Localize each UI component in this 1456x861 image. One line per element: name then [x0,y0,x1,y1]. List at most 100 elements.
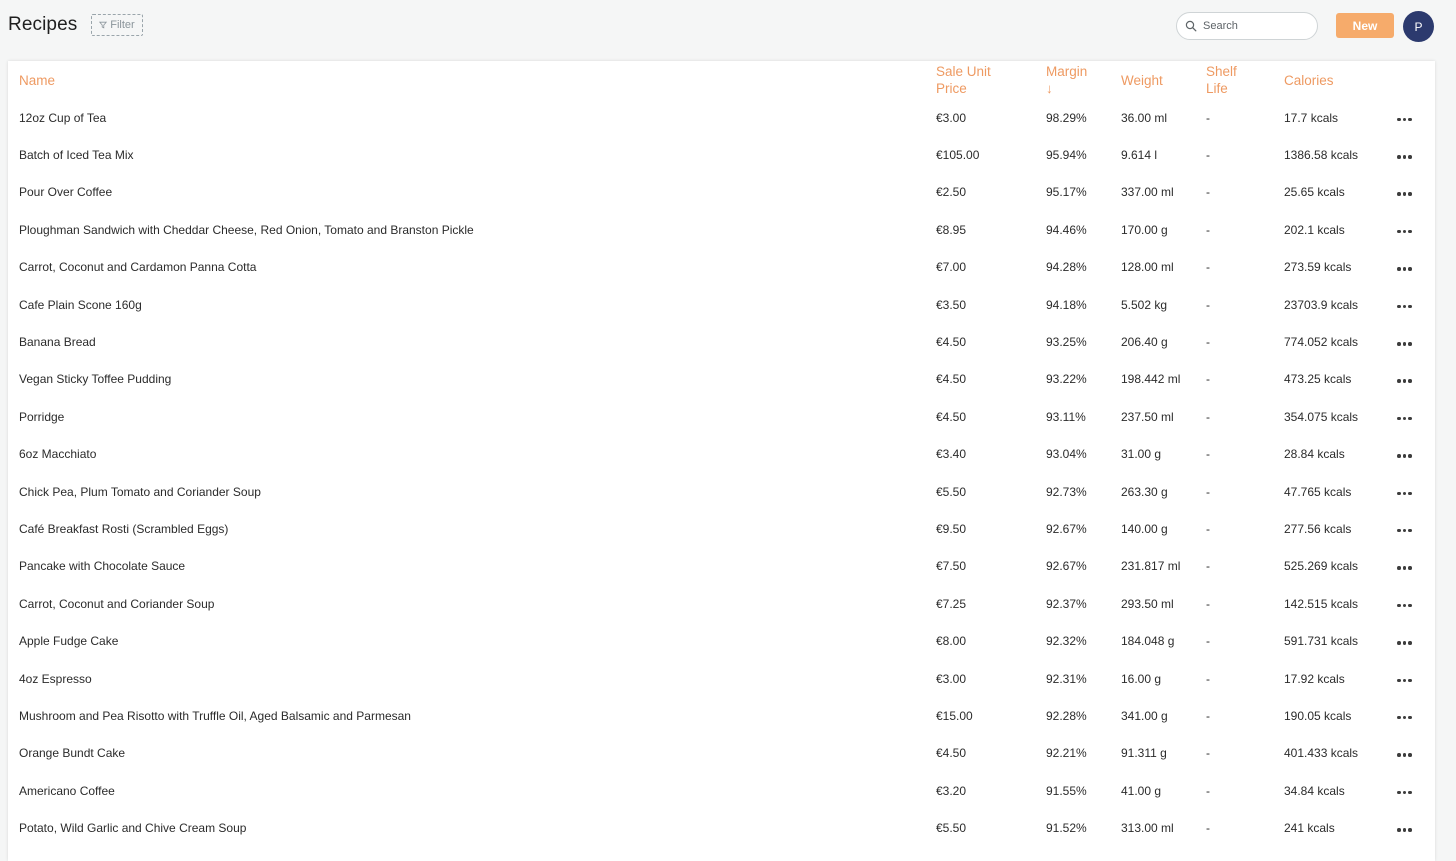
table-row[interactable]: Vegan Sticky Toffee Pudding €4.50 93.22% 19… [8,361,1435,398]
recipe-margin: 92.31% [1046,671,1087,686]
more-options-icon[interactable] [1395,151,1414,163]
more-options-icon[interactable] [1395,600,1414,612]
more-options-icon[interactable] [1395,525,1414,537]
recipe-name: Batch of Iced Tea Mix [19,148,134,163]
recipe-sale-unit-price: €7.25 [936,596,967,611]
recipe-name: Pancake with Chocolate Sauce [19,559,186,574]
more-options-icon[interactable] [1395,338,1414,350]
more-options-icon[interactable] [1395,301,1414,313]
recipe-weight: 237.50 ml [1121,409,1174,424]
recipe-sale-unit-price: €4.50 [936,335,967,350]
more-options-icon[interactable] [1395,675,1414,687]
table-row[interactable]: Americano Coffee €3.20 91.55% 41.00 g - 34.84… [8,772,1435,809]
dot [1397,304,1401,309]
recipe-name: Potato, Wild Garlic and Chive Cream Soup [19,821,247,836]
recipe-name: Mushroom and Pea Risotto with Truffle Oi… [19,708,411,723]
table-row[interactable]: Cafe Plain Scone 160g €3.50 94.18% 5.502 kg… [8,286,1435,323]
column-header-margin[interactable]: Margin ↓ [1046,61,1121,99]
dot [1397,192,1401,196]
recipe-margin: 91.55% [1046,783,1087,798]
more-options-icon[interactable] [1395,637,1414,649]
recipe-calories: 774.052 kcals [1284,335,1359,350]
table-row[interactable]: Chick Pea, Plum Tomato and Coriander Sou… [8,473,1435,510]
dot [1402,304,1406,309]
table-row[interactable]: Potato, Wild Garlic and Chive Cream Soup… [8,809,1435,846]
more-options-icon[interactable] [1395,375,1414,387]
recipe-sale-unit-price: €3.40 [936,447,967,462]
recipe-shelf-life: - [1206,110,1210,125]
dot [1397,267,1401,271]
recipe-sale-unit-price: €105.00 [936,148,980,163]
more-options-icon[interactable] [1395,824,1414,836]
table-row[interactable]: Batch of Iced Tea Mix €105.00 95.94% 9.614 … [8,136,1435,173]
column-header-margin-label: Margin [1046,64,1088,79]
recipe-name: Porridge [19,409,65,424]
dot [1397,229,1401,234]
column-header-name[interactable]: Name [8,61,936,99]
table-row[interactable]: Orange Bundt Cake €4.50 92.21% 91.311 g - 401… [8,735,1435,772]
table-row[interactable]: Ploughman Sandwich with Cheddar Cheese, … [8,211,1435,248]
more-options-icon[interactable] [1395,562,1414,574]
search-input[interactable] [1203,20,1303,32]
recipe-shelf-life: - [1206,372,1210,387]
filter-button[interactable]: Filter [91,14,143,36]
table-row[interactable]: 6oz Macchiato €3.40 93.04% 31.00 g - 28.84 kc… [8,436,1435,473]
more-options-icon[interactable] [1395,114,1414,126]
table-row[interactable]: Pancake with Chocolate Sauce €7.50 92.67% 2… [8,548,1435,585]
dot [1402,566,1406,570]
more-options-icon[interactable] [1395,226,1414,238]
dot [1408,566,1412,570]
row-actions-cell [1395,473,1435,510]
more-options-icon[interactable] [1395,488,1414,500]
recipe-name: Chick Pea, Plum Tomato and Coriander Sou… [19,484,261,499]
more-options-icon[interactable] [1395,749,1414,761]
recipe-shelf-life: - [1206,559,1210,574]
table-row[interactable]: Porridge €4.50 93.11% 237.50 ml - 354.075 kca… [8,398,1435,435]
table-row[interactable]: Banana Bread €4.50 93.25% 206.40 g - 774.052 … [8,323,1435,360]
row-actions-cell [1395,174,1435,211]
dot [1402,267,1406,271]
more-options-icon[interactable] [1395,712,1414,724]
user-avatar[interactable]: P [1403,11,1434,42]
more-options-icon[interactable] [1395,787,1414,799]
recipe-name: Apple Fudge Cake [19,634,119,649]
recipe-weight: 293.50 ml [1121,596,1174,611]
table-row[interactable]: Mushroom and Pea Risotto with Truffle Oi… [8,697,1435,734]
recipe-weight: 231.817 ml [1121,559,1181,574]
table-row[interactable]: Carrot, Coconut and Cardamon Panna Cotta… [8,249,1435,286]
recipe-weight: 337.00 ml [1121,185,1174,200]
recipe-shelf-life: - [1206,222,1210,237]
dot [1397,566,1401,570]
recipe-weight: 128.00 ml [1121,260,1174,275]
more-options-icon[interactable] [1395,263,1414,275]
dot [1397,790,1401,795]
table-row[interactable]: Apple Fudge Cake €8.00 92.32% 184.048 g - 591… [8,622,1435,659]
more-options-icon[interactable] [1395,188,1414,200]
column-header-weight[interactable]: Weight [1121,61,1206,99]
column-header-calories[interactable]: Calories [1284,61,1395,99]
dot [1397,454,1401,458]
dot [1408,678,1412,683]
recipe-name: Carrot, Coconut and Coriander Soup [19,596,215,611]
dot [1397,641,1401,645]
recipe-shelf-life: - [1206,746,1210,761]
more-options-icon[interactable] [1395,413,1414,425]
more-options-icon[interactable] [1395,450,1414,462]
row-actions-cell [1395,136,1435,173]
column-header-sale-unit-price[interactable]: Sale Unit Price [936,61,1046,99]
recipe-calories: 1386.58 kcals [1284,148,1359,163]
recipe-margin: 95.94% [1046,148,1087,163]
table-row[interactable]: 12oz Cup of Tea €3.00 98.29% 36.00 ml - 17.7 … [8,99,1435,136]
column-header-shelf-life[interactable]: Shelf Life [1206,61,1284,99]
new-recipe-button[interactable]: New [1336,13,1394,38]
table-row[interactable]: Café Breakfast Rosti (Scrambled Eggs) €9.… [8,510,1435,547]
recipe-calories: 34.84 kcals [1284,783,1345,798]
recipe-sale-unit-price: €7.00 [936,260,967,275]
table-row[interactable]: Pour Over Coffee €2.50 95.17% 337.00 ml - 25.… [8,174,1435,211]
dot [1408,603,1412,608]
recipe-shelf-life: - [1206,821,1210,836]
table-row[interactable]: 4oz Espresso €3.00 92.31% 16.00 g - 17.92 kca… [8,660,1435,697]
dot [1402,528,1406,533]
search-box[interactable] [1176,12,1318,40]
table-row[interactable]: Carrot, Coconut and Coriander Soup €7.25 9… [8,585,1435,622]
